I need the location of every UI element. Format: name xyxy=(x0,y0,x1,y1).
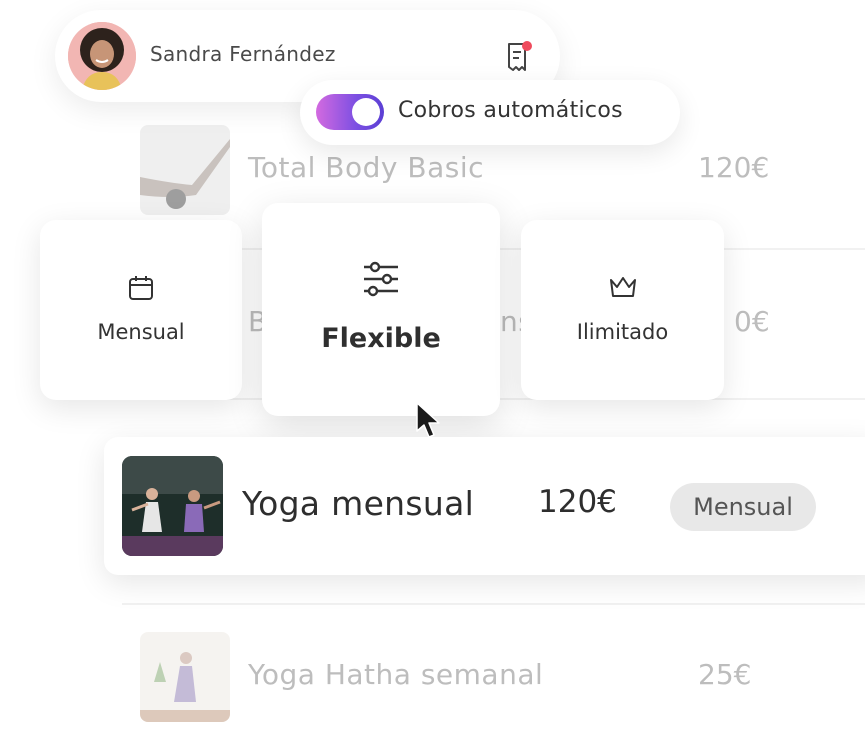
class-thumbnail xyxy=(122,456,223,556)
list-item[interactable]: Yoga Hatha semanal 25€ xyxy=(122,632,865,732)
auto-billing-toggle[interactable] xyxy=(316,94,384,130)
auto-billing-setting: Cobros automáticos xyxy=(300,80,680,145)
plan-card-flexible[interactable]: Flexible xyxy=(262,203,500,416)
plan-label: Flexible xyxy=(321,323,441,354)
class-name: Total Body Basic xyxy=(248,151,485,184)
plan-card-ilimitado[interactable]: Ilimitado xyxy=(521,220,724,400)
class-price: 0€ xyxy=(734,305,770,338)
user-name: Sandra Fernández xyxy=(150,42,336,66)
class-thumbnail xyxy=(140,632,230,722)
user-avatar[interactable] xyxy=(68,22,136,90)
plan-card-mensual[interactable]: Mensual xyxy=(40,220,242,400)
calendar-icon xyxy=(127,274,155,306)
receipt-icon[interactable] xyxy=(505,40,533,74)
class-name: Yoga Hatha semanal xyxy=(248,658,544,691)
toggle-knob xyxy=(352,98,380,126)
plan-badge: Mensual xyxy=(670,483,816,531)
class-price: 120€ xyxy=(538,484,617,520)
class-price: 120€ xyxy=(698,151,770,184)
notification-dot xyxy=(522,41,532,51)
class-price: 25€ xyxy=(698,658,752,691)
plan-label: Ilimitado xyxy=(576,320,669,344)
plan-label: Mensual xyxy=(97,320,185,344)
class-thumbnail xyxy=(140,125,230,215)
row-divider xyxy=(122,603,865,605)
crown-icon xyxy=(608,274,638,304)
sliders-icon xyxy=(362,261,400,301)
mouse-cursor-icon xyxy=(414,401,448,441)
class-name: Yoga mensual xyxy=(242,484,475,523)
featured-class-row[interactable]: Yoga mensual 120€ Mensual xyxy=(104,437,865,575)
auto-billing-label: Cobros automáticos xyxy=(398,98,623,123)
